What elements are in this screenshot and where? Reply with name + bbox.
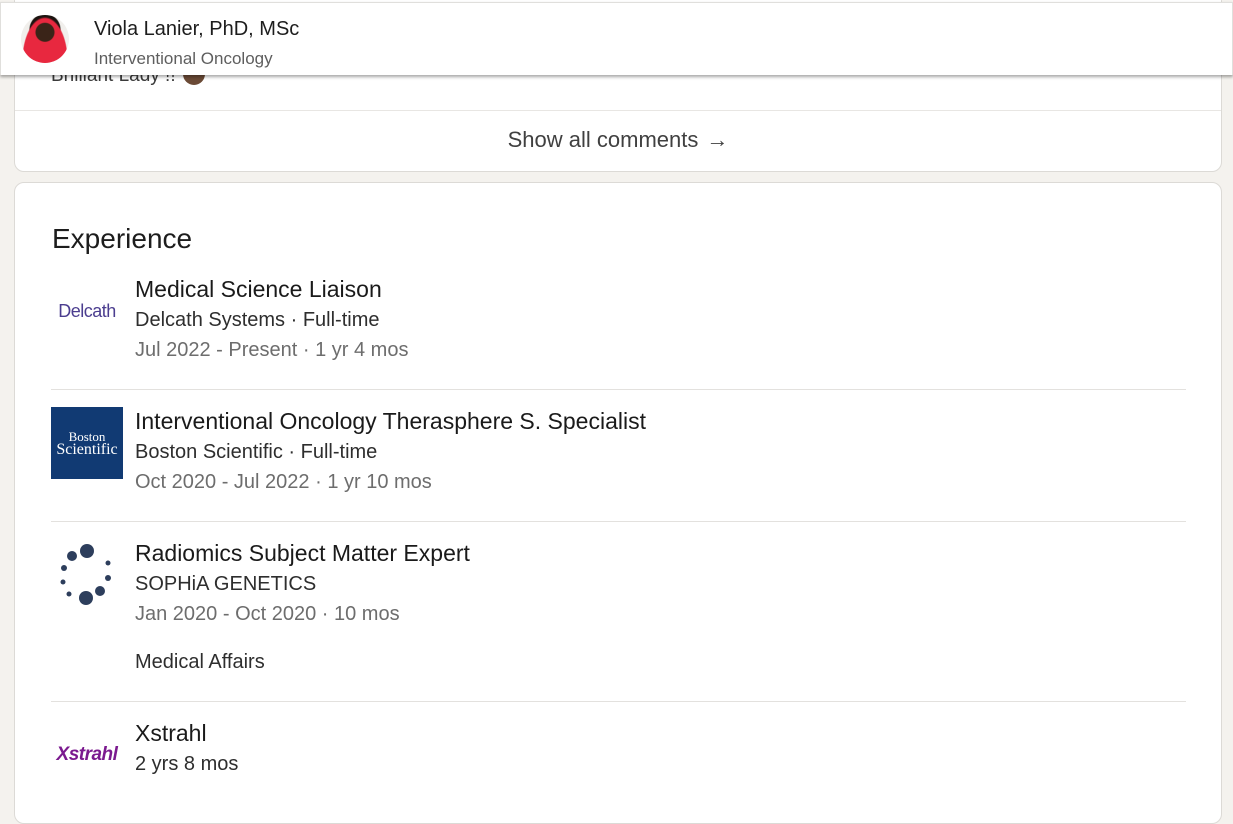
divider bbox=[51, 521, 1186, 522]
boston-logo-line2: Scientific bbox=[56, 441, 118, 458]
divider bbox=[51, 701, 1186, 702]
experience-dates: Jul 2022 - Present · 1 yr 4 mos bbox=[135, 339, 409, 361]
xstrahl-logo-text: Xstrahl bbox=[56, 744, 118, 765]
experience-role[interactable]: Radiomics Subject Matter Expert bbox=[135, 539, 1186, 567]
divider bbox=[15, 110, 1221, 111]
arrow-right-icon: → bbox=[706, 127, 729, 152]
sticky-profile-header: Viola Lanier, PhD, MSc Interventional On… bbox=[0, 2, 1233, 75]
experience-company: Delcath Systems · Full-time bbox=[135, 309, 380, 331]
show-all-comments-button[interactable]: Show all comments → bbox=[15, 127, 1221, 153]
boston-scientific-logo[interactable]: Boston Scientific bbox=[51, 407, 123, 479]
sophia-genetics-logo-icon bbox=[60, 544, 111, 605]
profile-name: Viola Lanier, PhD, MSc bbox=[94, 18, 300, 40]
delcath-logo[interactable]: Delcath bbox=[51, 275, 123, 347]
experience-description: Medical Affairs bbox=[135, 651, 265, 673]
delcath-logo-text: Delcath bbox=[58, 300, 116, 321]
sophia-genetics-logo[interactable] bbox=[51, 539, 123, 611]
section-title: Experience bbox=[52, 223, 193, 254]
avatar[interactable] bbox=[21, 15, 69, 63]
experience-company: SOPHiA GENETICS bbox=[135, 573, 317, 595]
experience-section: Experience Delcath Medical Science Liais… bbox=[14, 182, 1222, 824]
experience-dates: Oct 2020 - Jul 2022 · 1 yr 10 mos bbox=[135, 471, 432, 493]
profile-headline: Interventional Oncology bbox=[94, 49, 273, 68]
show-all-comments-label: Show all comments bbox=[507, 127, 699, 152]
experience-role[interactable]: Interventional Oncology Therasphere S. S… bbox=[135, 407, 1186, 435]
divider bbox=[51, 389, 1186, 390]
experience-role[interactable]: Medical Science Liaison bbox=[135, 275, 1186, 303]
experience-duration: 2 yrs 8 mos bbox=[135, 753, 239, 775]
experience-role[interactable]: Xstrahl bbox=[135, 719, 1186, 747]
xstrahl-logo[interactable]: Xstrahl bbox=[51, 719, 123, 791]
experience-dates: Jan 2020 - Oct 2020 · 10 mos bbox=[135, 603, 400, 625]
experience-company: Boston Scientific · Full-time bbox=[135, 441, 378, 463]
